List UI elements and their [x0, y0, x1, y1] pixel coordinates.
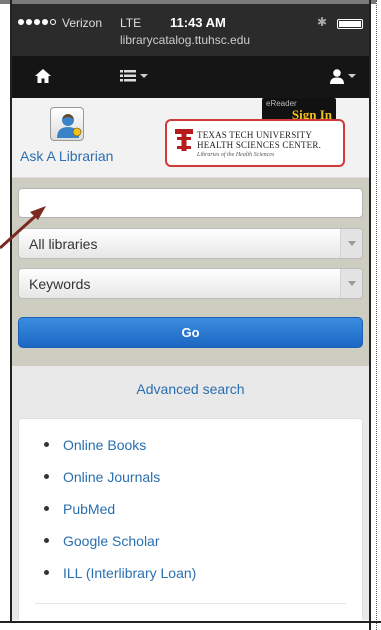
search-field-select[interactable]: Keywords [18, 268, 363, 299]
chevron-down-icon [140, 74, 148, 78]
chevron-down-icon [348, 74, 356, 78]
carrier-name: Verizon [62, 16, 103, 30]
top-nav-bar [12, 56, 369, 98]
search-panel: All libraries Keywords Go [12, 178, 369, 366]
ask-librarian-icon[interactable] [50, 107, 84, 141]
search-field-select-value: Keywords [29, 276, 91, 292]
annotation-arrow-icon [0, 206, 46, 250]
advanced-search-area: Advanced search [12, 366, 369, 414]
advanced-search-link[interactable]: Advanced search [12, 381, 369, 397]
logo-line-2: HEALTH SCIENCES CENTER. [197, 140, 322, 150]
phone-screen: Verizon LTE 11:43 AM ✱ librarycatalog.tt… [12, 4, 369, 620]
document-frame-right [369, 0, 371, 630]
list-icon [120, 70, 136, 82]
battery-icon [337, 19, 363, 29]
user-dropdown[interactable] [329, 67, 359, 85]
document-frame-edge [376, 0, 381, 630]
chevron-down-icon [340, 229, 362, 258]
quick-links-panel: Online Books Online Journals PubMed Goog… [18, 418, 363, 620]
quick-links-list: Online Books Online Journals PubMed Goog… [19, 437, 362, 597]
document-frame-bottom [0, 621, 381, 623]
link-google-scholar[interactable]: Google Scholar [19, 533, 362, 565]
divider [35, 603, 346, 604]
home-icon[interactable] [34, 67, 52, 85]
bluetooth-icon: ✱ [316, 15, 327, 29]
library-select[interactable]: All libraries [18, 228, 363, 259]
ttuhsc-logo[interactable]: TEXAS TECH UNIVERSITY HEALTH SCIENCES CE… [165, 119, 345, 167]
link-ill[interactable]: ILL (Interlibrary Loan) [19, 565, 362, 597]
chevron-down-icon [340, 269, 362, 298]
link-online-journals[interactable]: Online Journals [19, 469, 362, 501]
address-url[interactable]: librarycatalog.ttuhsc.edu [120, 33, 250, 47]
menu-dropdown[interactable] [120, 67, 154, 85]
library-header: Ask A Librarian eReader Sign In TEXAS TE… [12, 98, 369, 178]
ask-librarian-link[interactable]: Ask A Librarian [20, 148, 113, 164]
double-t-logo-icon [175, 129, 193, 151]
signal-strength-icon [18, 19, 56, 25]
status-bar: Verizon LTE 11:43 AM ✱ librarycatalog.tt… [12, 4, 369, 56]
network-type: LTE [120, 16, 142, 30]
logo-line-3: Libraries of the Health Sciences [197, 152, 275, 158]
logo-line-1: TEXAS TECH UNIVERSITY [197, 130, 313, 140]
search-input[interactable] [18, 188, 363, 218]
link-pubmed[interactable]: PubMed [19, 501, 362, 533]
go-button[interactable]: Go [18, 317, 363, 348]
user-icon [330, 69, 344, 84]
status-time: 11:43 AM [170, 15, 226, 30]
link-online-books[interactable]: Online Books [19, 437, 362, 469]
